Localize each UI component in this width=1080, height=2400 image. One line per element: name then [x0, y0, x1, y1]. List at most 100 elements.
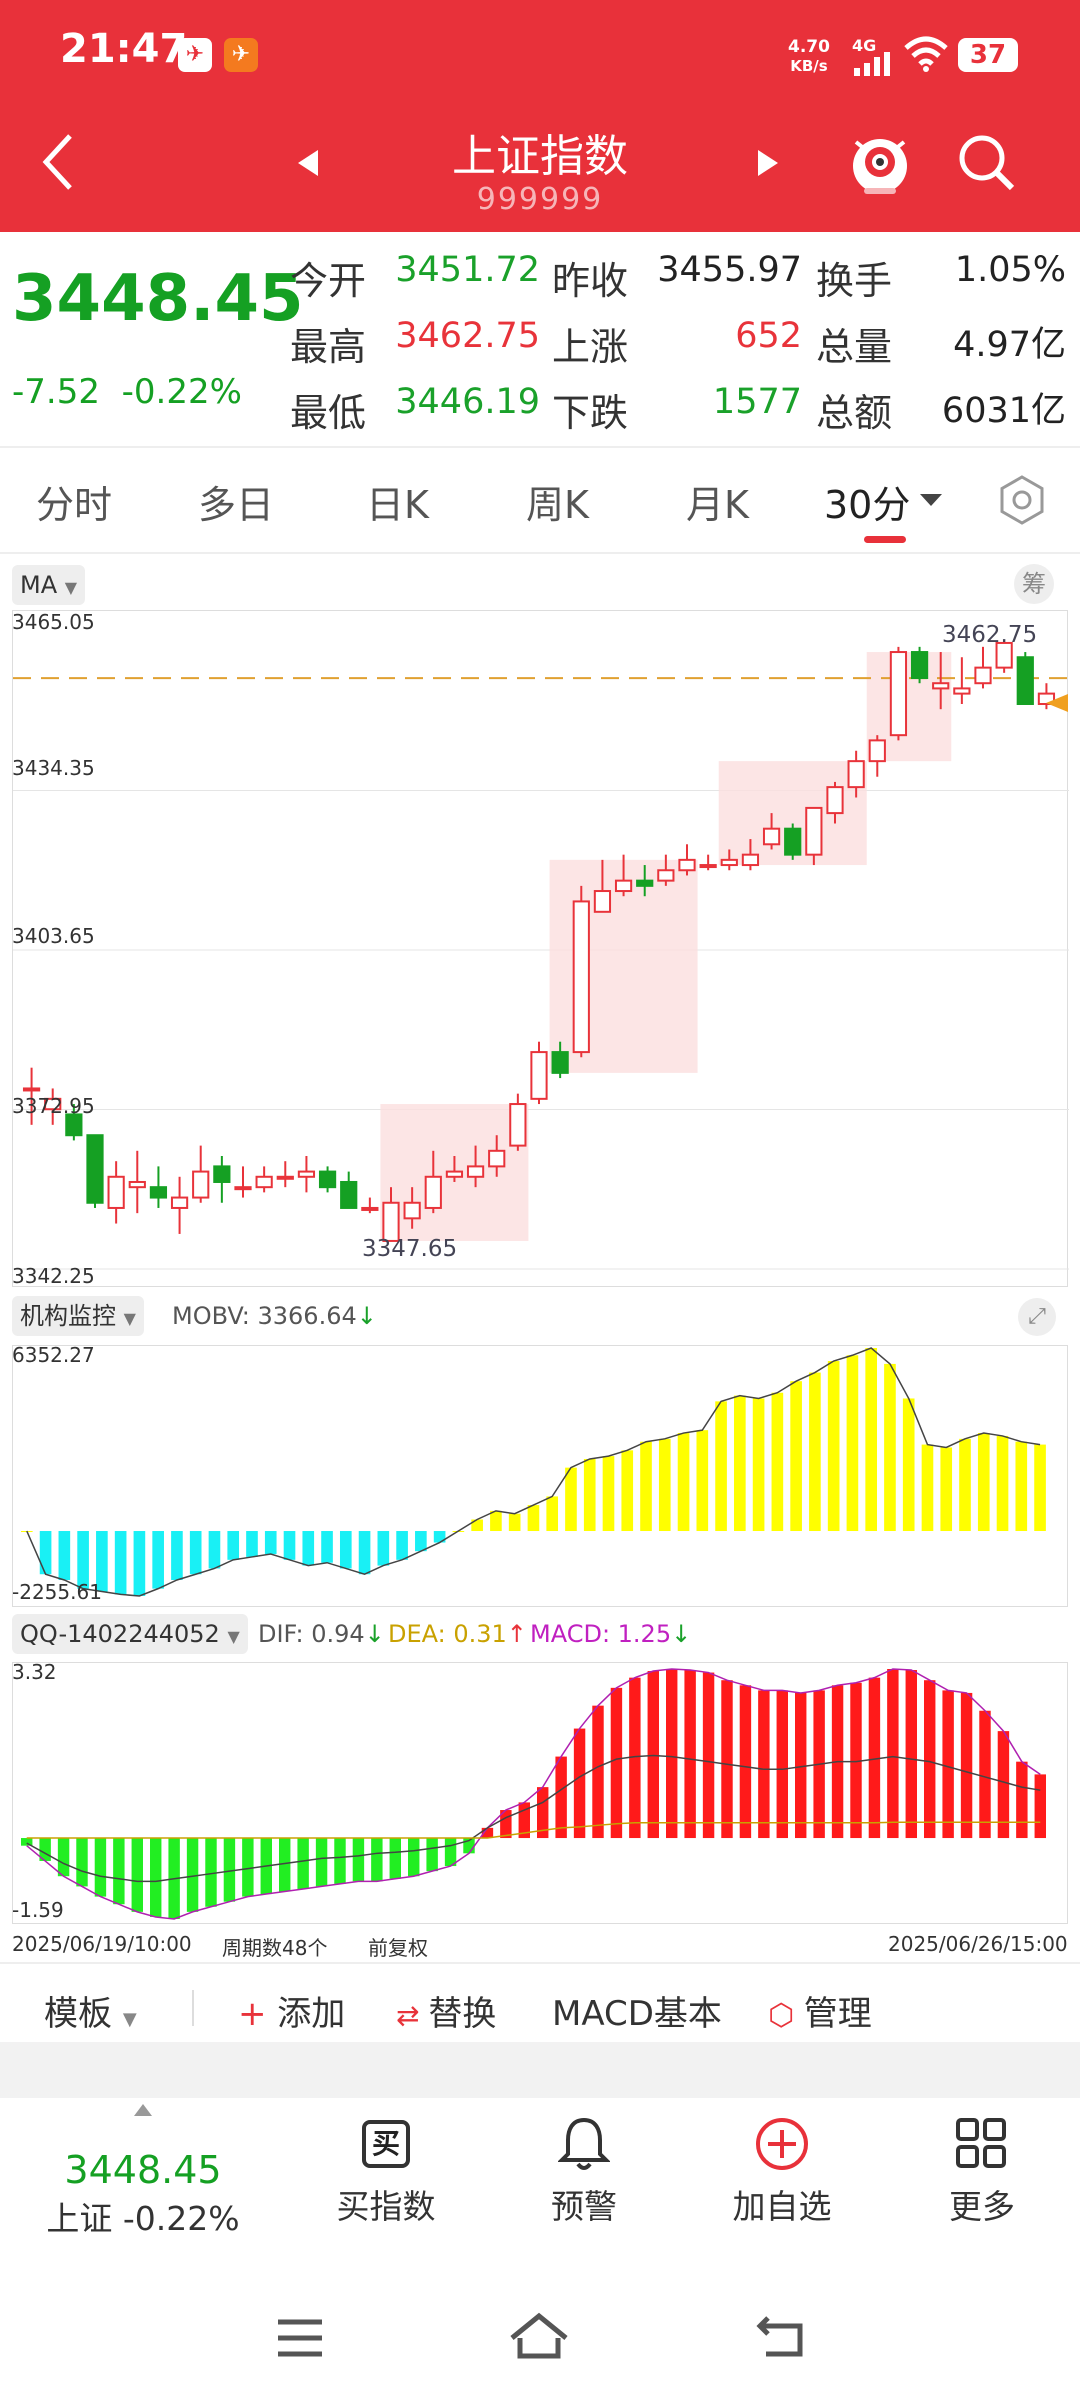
settings-icon[interactable]	[996, 474, 1048, 526]
macd-basic-button[interactable]: MACD基本	[552, 1986, 722, 2035]
more-grid-icon	[956, 2118, 1006, 2168]
obv-chart[interactable]	[12, 1345, 1068, 1607]
add-watchlist-button[interactable]: 加自选	[712, 2180, 852, 2228]
obv-bar	[790, 1381, 802, 1532]
wifi-icon	[904, 36, 948, 72]
macd-chart[interactable]	[12, 1662, 1068, 1924]
next-stock-icon[interactable]	[756, 148, 780, 178]
manage-button[interactable]: ⬡ 管理	[768, 1986, 872, 2035]
expand-icon[interactable]: ⤢	[1018, 1298, 1056, 1336]
back-nav-icon[interactable]	[756, 2314, 808, 2358]
chevron-down-icon[interactable]	[918, 492, 944, 508]
home-icon[interactable]	[508, 2312, 570, 2360]
macd-bar	[610, 1687, 623, 1839]
divider	[0, 552, 1080, 554]
candle-body	[170, 1196, 189, 1209]
mascot-icon[interactable]	[848, 128, 912, 198]
candlestick-chart[interactable]	[12, 610, 1069, 1287]
macd-bar	[94, 1838, 107, 1897]
candle-body	[699, 864, 717, 869]
candle-body	[192, 1170, 210, 1199]
candle-body	[678, 858, 696, 872]
label-prev-close: 昨收	[552, 259, 629, 303]
macd-bar	[739, 1685, 752, 1839]
obv-bar	[977, 1433, 990, 1532]
tab-weekly-k[interactable]: 周K	[526, 474, 589, 529]
candle-body	[107, 1175, 125, 1209]
candle-body	[488, 1149, 506, 1168]
candle-body	[297, 1170, 316, 1178]
x-label-start: 2025/06/19/10:00	[12, 1932, 192, 1956]
macd-bar	[592, 1705, 604, 1839]
value-high: 3462.75	[395, 316, 540, 356]
macd-bar	[684, 1670, 696, 1839]
value-low: 3446.19	[395, 382, 540, 422]
obv-bar	[246, 1531, 258, 1557]
more-button[interactable]: 更多	[912, 2180, 1052, 2228]
chip-distribution-button[interactable]: 筹	[1014, 564, 1054, 604]
manage-icon: ⬡	[768, 1998, 804, 2033]
active-tab-indicator	[864, 536, 906, 543]
value-turnover: 1.05%	[954, 250, 1066, 290]
tab-daily-k[interactable]: 日K	[366, 474, 429, 529]
value-open: 3451.72	[395, 250, 540, 290]
candle-body	[720, 858, 738, 867]
replace-icon: ⇄	[396, 1999, 429, 2032]
candle-body	[657, 869, 675, 882]
alert-button[interactable]: 预警	[514, 2180, 654, 2228]
obv-bar	[940, 1447, 953, 1532]
template-button[interactable]: 模板 ▼	[44, 1986, 137, 2035]
macd-bar	[76, 1838, 88, 1887]
candle-body	[910, 651, 929, 680]
candle-body	[741, 853, 760, 867]
search-icon[interactable]	[956, 132, 1016, 192]
expand-up-icon[interactable]	[134, 2104, 152, 2116]
tab-intraday[interactable]: 分时	[36, 474, 112, 529]
divider	[0, 446, 1080, 448]
macd-bar	[426, 1838, 438, 1872]
obv-svg	[21, 1347, 1046, 1597]
y-label-min: 3342.25	[12, 1264, 95, 1288]
buy-index-button[interactable]: 买指数	[316, 2180, 456, 2228]
macd-bar	[371, 1838, 383, 1882]
obv-bar	[715, 1401, 727, 1532]
y-label-4: 3372.95	[12, 1094, 95, 1118]
candle-body	[614, 879, 633, 893]
bottom-action-bar: 3448.45 上证 -0.22% 买 买指数 预警 加自选 更多	[0, 2100, 1080, 2238]
obv-bar	[640, 1441, 652, 1532]
menu-icon[interactable]	[276, 2318, 324, 2358]
macd-value: MACD: 1.25↓	[530, 1620, 692, 1648]
macd-bar	[647, 1671, 659, 1839]
candle-body	[974, 666, 992, 685]
indicator-selector-obv[interactable]: 机构监控 ▼	[12, 1296, 144, 1336]
candle-body	[572, 900, 590, 1054]
macd-bar	[352, 1838, 365, 1882]
obv-bar	[358, 1531, 371, 1575]
obv-bar	[602, 1456, 615, 1532]
tab-30min[interactable]: 30分	[824, 474, 910, 529]
tab-multiday[interactable]: 多日	[198, 474, 274, 529]
divider	[0, 1962, 1080, 1964]
obv-bar	[621, 1450, 634, 1532]
ma-selector[interactable]: MA ▼	[12, 565, 86, 605]
back-arrow-icon[interactable]	[40, 132, 80, 192]
obv-y-min: -2255.61	[12, 1580, 102, 1604]
obv-bar	[227, 1531, 240, 1560]
obv-bar	[809, 1372, 821, 1532]
candle-body	[530, 1051, 548, 1100]
candle-body	[234, 1186, 252, 1191]
add-indicator-button[interactable]: + 添加	[238, 1986, 345, 2035]
macd-bar	[1034, 1774, 1046, 1839]
macd-bar	[389, 1838, 401, 1879]
replace-indicator-button[interactable]: ⇄ 替换	[396, 1986, 496, 2035]
obv-bar	[114, 1531, 127, 1595]
value-prev-close: 3455.97	[657, 250, 802, 290]
macd-bar	[1016, 1761, 1028, 1839]
candle-body	[255, 1175, 273, 1189]
candle-body	[403, 1201, 421, 1220]
candle-body	[213, 1165, 231, 1183]
indicator-selector-macd[interactable]: QQ-1402244052 ▼	[12, 1614, 248, 1654]
prev-stock-icon[interactable]	[296, 148, 320, 178]
high-marker-label: 3462.75	[942, 622, 1038, 648]
tab-monthly-k[interactable]: 月K	[686, 474, 749, 529]
